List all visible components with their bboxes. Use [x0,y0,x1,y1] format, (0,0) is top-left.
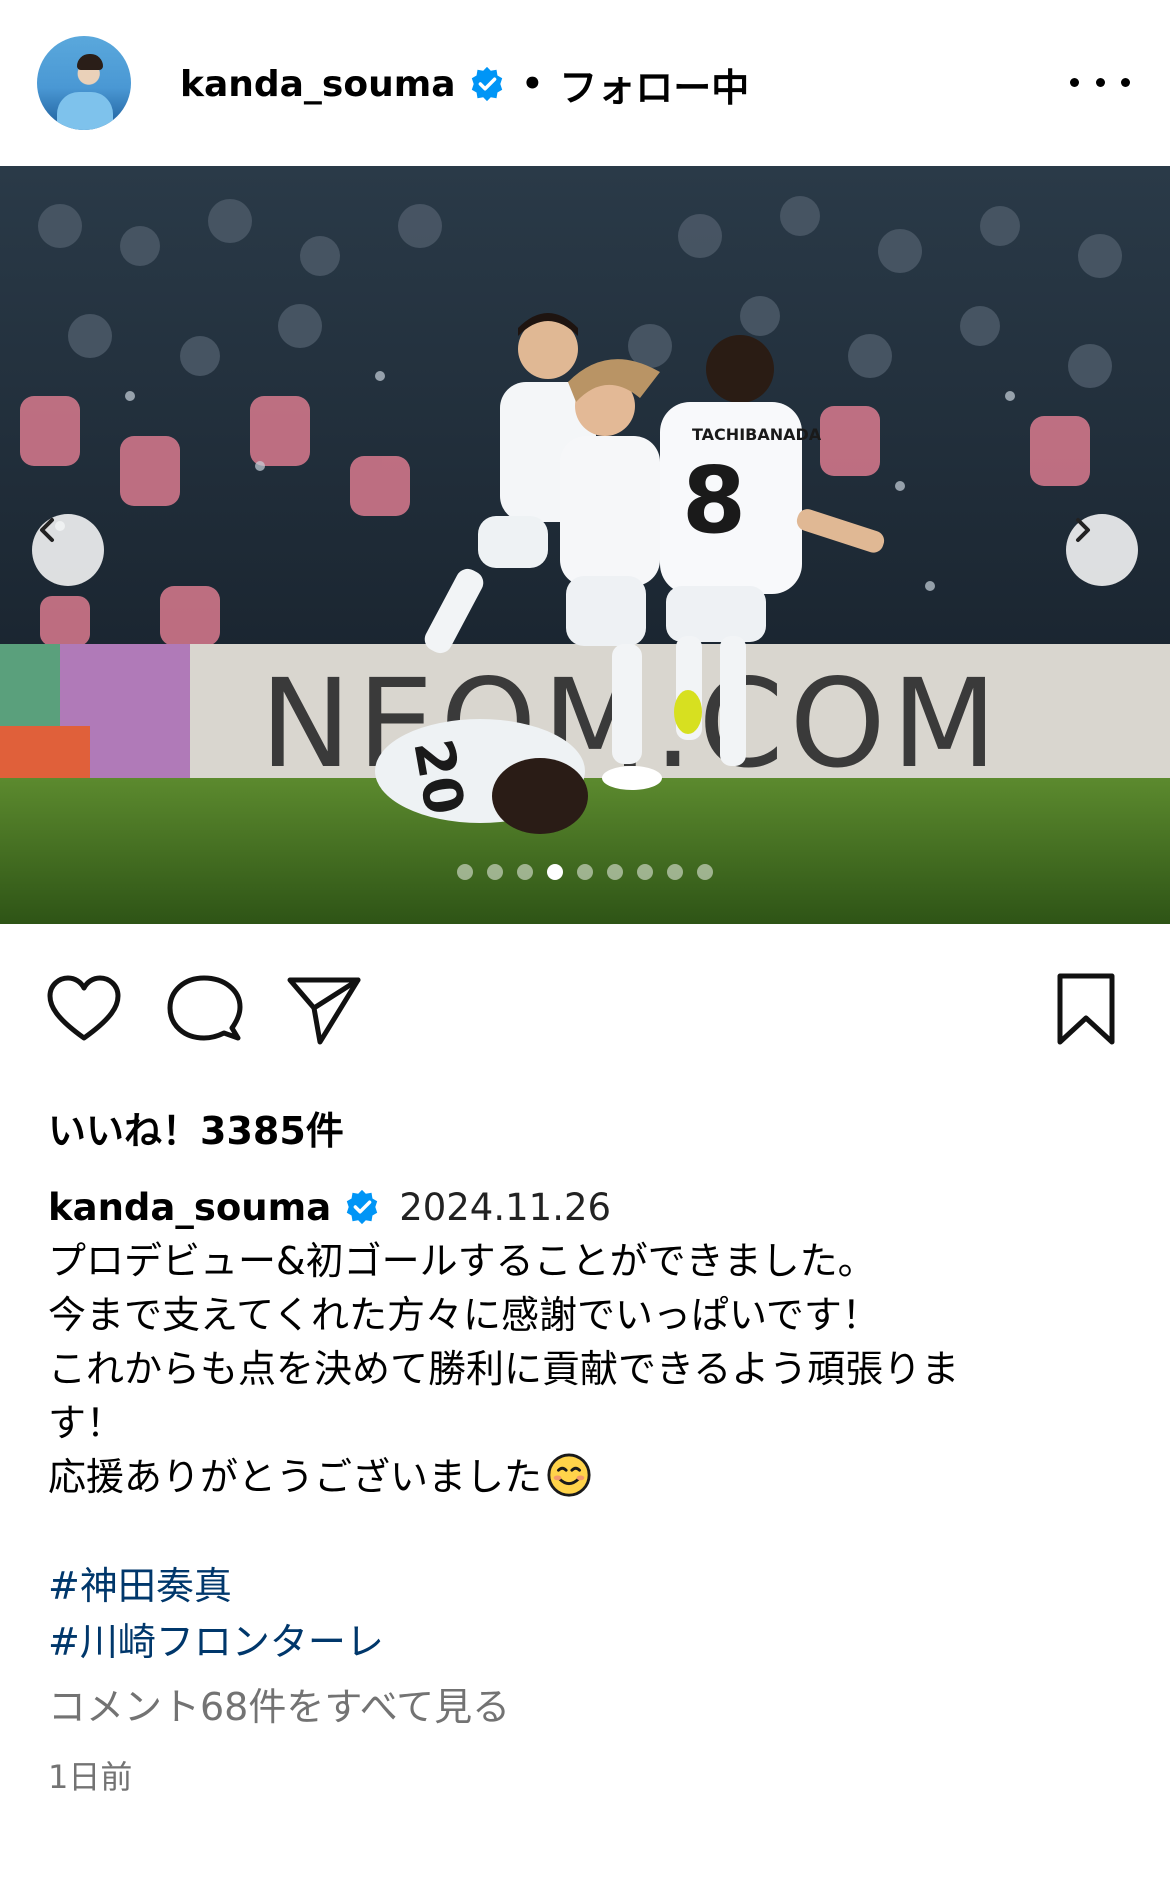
more-options-icon[interactable] [1070,60,1130,104]
caption-username[interactable]: kanda_souma [48,1186,331,1229]
following-button[interactable]: フォロー中 [559,57,749,112]
separator-dot: • [521,64,544,104]
bookmark-icon[interactable] [1046,970,1126,1050]
verified-badge-icon [471,66,502,102]
action-bar [0,970,1170,1060]
carousel-dot-active [547,864,563,880]
header-user-row: kanda_souma • フォロー中 [180,56,749,112]
carousel-prev-button[interactable] [32,514,104,586]
caption-line: プロデビュー&初ゴールすることができました。 [48,1239,876,1283]
post-header: kanda_souma • フォロー中 [0,0,1170,166]
chevron-right-icon [1076,518,1090,542]
carousel-dot [577,864,593,880]
caption-line: す！ [48,1401,125,1445]
avatar-jersey [57,92,113,130]
caption-header: kanda_souma 2024.11.26 [48,1180,1128,1234]
header-username[interactable]: kanda_souma [180,64,456,105]
hashtag-link[interactable]: #神田奏真 [48,1558,1128,1614]
view-all-comments-link[interactable]: コメント68件をすべて見る [48,1676,510,1731]
caption-line: これからも点を決めて勝利に貢献できるよう頑張りま [48,1347,960,1391]
carousel-dot [607,864,623,880]
caption-line-last: 応援ありがとうございました [48,1450,1128,1504]
verified-badge-icon [346,1189,378,1225]
caption-line-text: 応援ありがとうございました [48,1455,543,1499]
carousel-dot [637,864,653,880]
send-icon[interactable] [284,970,364,1050]
post-photo-illustration: NEOM.COM 20 17 TACHIBANADA [0,166,1170,924]
post-timestamp: 1日前 [48,1758,133,1796]
carousel-indicator [0,864,1170,884]
avatar[interactable] [37,36,131,130]
comment-icon[interactable] [164,970,244,1050]
carousel-next-button[interactable] [1066,514,1138,586]
caption-date: 2024.11.26 [399,1185,612,1229]
post-image[interactable]: NEOM.COM 20 17 TACHIBANADA [0,166,1170,924]
caption-line: 今まで支えてくれた方々に感謝でいっぱいです！ [48,1293,880,1337]
carousel-dot [457,864,473,880]
likes-count[interactable]: いいね！3385件 [48,1100,344,1155]
hashtag-link[interactable]: #川崎フロンターレ [48,1614,1128,1670]
carousel-dot [697,864,713,880]
carousel-dot [487,864,503,880]
svg-text:8: 8 [682,447,746,554]
heart-icon[interactable] [44,970,124,1050]
chevron-left-icon [40,518,54,542]
carousel-dot [667,864,683,880]
svg-text:20: 20 [401,735,476,820]
svg-text:TACHIBANADA: TACHIBANADA [692,425,822,444]
smiling-face-emoji-icon [547,1453,591,1497]
carousel-dot [517,864,533,880]
caption: kanda_souma 2024.11.26 プロデビュー&初ゴールすることがで… [48,1180,1128,1670]
avatar-hair [77,54,103,70]
